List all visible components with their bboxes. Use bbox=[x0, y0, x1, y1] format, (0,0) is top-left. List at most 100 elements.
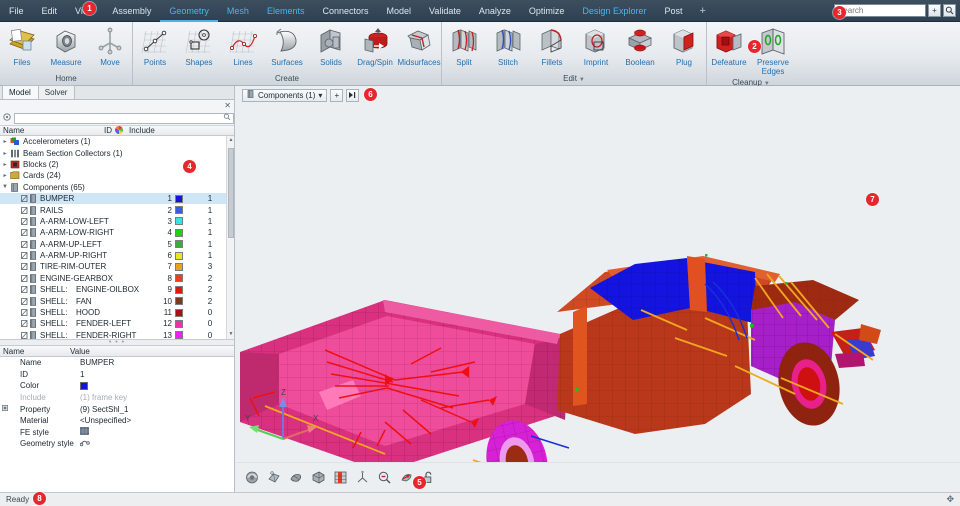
menu-geometry[interactable]: Geometry bbox=[160, 0, 218, 22]
tree-row-color-swatch[interactable] bbox=[172, 297, 186, 306]
menu-post[interactable]: Post bbox=[655, 0, 691, 22]
menu-connectors[interactable]: Connectors bbox=[313, 0, 377, 22]
3d-viewport[interactable]: Z X Y bbox=[235, 104, 960, 492]
ribbon-button-boolean[interactable]: Boolean bbox=[618, 25, 662, 67]
ribbon-button-lines[interactable]: Lines bbox=[221, 25, 265, 67]
menu-file[interactable]: File bbox=[0, 0, 33, 22]
tree-row-color-swatch[interactable] bbox=[172, 319, 186, 328]
tree-component-row[interactable]: SHELL: FENDER-RIGHT 13 0 bbox=[0, 330, 234, 339]
ribbon-button-plug[interactable]: Plug bbox=[662, 25, 706, 67]
tree-component-row[interactable]: SHELL: ENGINE-OILBOX 9 2 bbox=[0, 284, 234, 295]
tree-row-color-swatch[interactable] bbox=[172, 285, 186, 294]
tree-row-color-swatch[interactable] bbox=[172, 251, 186, 260]
tree-folder-row[interactable]: ▸ Beam Section Collectors (1) bbox=[0, 147, 234, 158]
tree-row-color-swatch[interactable] bbox=[172, 217, 186, 226]
tree-row-color-swatch[interactable] bbox=[172, 262, 186, 271]
collapse-icon[interactable]: ▼ bbox=[0, 184, 10, 190]
tree-row-color-swatch[interactable] bbox=[172, 240, 186, 249]
close-icon[interactable]: ✕ bbox=[224, 101, 231, 110]
resize-grip-icon[interactable]: ✥ bbox=[946, 494, 954, 505]
hidden-line-icon[interactable] bbox=[311, 470, 326, 485]
property-value[interactable]: 1 bbox=[78, 370, 234, 379]
search-magnifier-icon[interactable] bbox=[943, 4, 956, 17]
scroll-down-arrow[interactable]: ▼ bbox=[228, 331, 234, 338]
ribbon-button-files[interactable]: Files bbox=[0, 25, 44, 67]
add-tab-button[interactable]: + bbox=[691, 0, 713, 22]
browser-filter-input[interactable] bbox=[14, 112, 234, 124]
tree-component-row[interactable]: A-ARM-UP-RIGHT 6 1 bbox=[0, 250, 234, 261]
expand-icon[interactable]: ▸ bbox=[0, 161, 10, 168]
add-selection-button[interactable]: + bbox=[330, 88, 344, 102]
tree-row-color-swatch[interactable] bbox=[172, 194, 186, 203]
ribbon-button-solids[interactable]: Solids bbox=[309, 25, 353, 67]
tree-component-row[interactable]: BUMPER 1 1 bbox=[0, 192, 234, 205]
scroll-up-arrow[interactable]: ▲ bbox=[228, 137, 234, 144]
tree-folder-row[interactable]: ▸ Blocks (2) bbox=[0, 159, 234, 170]
tree-scrollbar[interactable]: ▲ ▼ bbox=[226, 136, 234, 339]
filter-magnifier-icon[interactable] bbox=[223, 113, 231, 123]
property-row[interactable]: Geometry style bbox=[0, 438, 234, 450]
ribbon-button-shapes[interactable]: Shapes bbox=[177, 25, 221, 67]
ribbon-button-measure[interactable]: Measure bbox=[44, 25, 88, 67]
expand-icon[interactable]: ▸ bbox=[0, 172, 10, 179]
property-value[interactable]: (9) SectShl_1 bbox=[78, 405, 234, 414]
ribbon-button-drag-spin[interactable]: Drag/Spin bbox=[353, 25, 397, 67]
tree-component-row[interactable]: SHELL: FAN 10 2 bbox=[0, 295, 234, 306]
shaded-elements-icon[interactable] bbox=[267, 470, 282, 485]
menu-edit[interactable]: Edit bbox=[33, 0, 67, 22]
tree-component-row[interactable]: A-ARM-LOW-LEFT 3 1 bbox=[0, 216, 234, 227]
tree-row-color-swatch[interactable] bbox=[172, 206, 186, 215]
filter-icon[interactable] bbox=[3, 113, 11, 123]
property-value[interactable] bbox=[78, 439, 234, 449]
property-expand-icon[interactable] bbox=[0, 405, 10, 413]
property-value[interactable] bbox=[78, 427, 234, 437]
model-tree[interactable]: ▸ Accelerometers (1) ▸ Beam Section Collect… bbox=[0, 136, 234, 339]
property-value[interactable]: BUMPER bbox=[78, 358, 234, 367]
tree-component-row[interactable]: RAILS 2 1 bbox=[0, 204, 234, 215]
ribbon-button-midsurfaces[interactable]: Midsurfaces bbox=[397, 25, 441, 67]
ribbon-button-imprint[interactable]: Imprint bbox=[574, 25, 618, 67]
menu-mesh[interactable]: Mesh bbox=[218, 0, 258, 22]
color-swatch[interactable] bbox=[80, 381, 88, 390]
tree-component-row[interactable]: SHELL: HOOD 11 0 bbox=[0, 307, 234, 318]
property-value[interactable]: <Unspecified> bbox=[78, 416, 234, 425]
property-row[interactable]: Property (9) SectShl_1 bbox=[0, 403, 234, 415]
expand-icon[interactable]: ▸ bbox=[0, 138, 10, 145]
tree-row-color-swatch[interactable] bbox=[172, 331, 186, 339]
menu-elements[interactable]: Elements bbox=[258, 0, 314, 22]
property-row[interactable]: Material <Unspecified> bbox=[0, 415, 234, 427]
ribbon-button-points[interactable]: Points bbox=[133, 25, 177, 67]
tab-model[interactable]: Model bbox=[2, 85, 39, 99]
menu-assembly[interactable]: Assembly bbox=[103, 0, 160, 22]
arrow-display-icon[interactable] bbox=[399, 470, 414, 485]
tree-row-color-swatch[interactable] bbox=[172, 308, 186, 317]
ribbon-button-split[interactable]: Split bbox=[442, 25, 486, 67]
tree-component-row[interactable]: TIRE-RIM-OUTER 7 3 bbox=[0, 261, 234, 272]
menu-analyze[interactable]: Analyze bbox=[470, 0, 520, 22]
menu-model[interactable]: Model bbox=[378, 0, 421, 22]
search-add-button[interactable]: + bbox=[928, 4, 941, 17]
tree-folder-row[interactable]: ▸ Cards (24) bbox=[0, 170, 234, 181]
ribbon-button-move[interactable]: Move bbox=[88, 25, 132, 67]
advance-selection-button[interactable] bbox=[346, 88, 360, 102]
property-row[interactable]: Name BUMPER bbox=[0, 357, 234, 369]
ribbon-button-defeature[interactable]: Defeature bbox=[707, 25, 751, 67]
property-row[interactable]: FE style bbox=[0, 427, 234, 439]
ribbon-group-expand-icon[interactable]: ▼ bbox=[579, 77, 585, 83]
tree-folder-row[interactable]: ▼ Components (65) bbox=[0, 182, 234, 193]
ribbon-button-stitch[interactable]: Stitch bbox=[486, 25, 530, 67]
geom-style-icon[interactable] bbox=[79, 439, 91, 449]
property-value[interactable] bbox=[78, 381, 234, 390]
tree-folder-row[interactable]: ▸ Accelerometers (1) bbox=[0, 136, 234, 147]
menu-design-explorer[interactable]: Design Explorer bbox=[573, 0, 655, 22]
tree-component-row[interactable]: A-ARM-UP-LEFT 5 1 bbox=[0, 239, 234, 250]
menu-optimize[interactable]: Optimize bbox=[520, 0, 574, 22]
property-row[interactable]: Color bbox=[0, 380, 234, 392]
tab-solver[interactable]: Solver bbox=[37, 85, 76, 99]
menu-validate[interactable]: Validate bbox=[420, 0, 470, 22]
tree-component-row[interactable]: SHELL: FENDER-LEFT 12 0 bbox=[0, 318, 234, 329]
expand-icon[interactable]: ▸ bbox=[0, 150, 10, 157]
tree-scroll-thumb[interactable] bbox=[228, 148, 234, 238]
fe-style-icon[interactable] bbox=[80, 427, 89, 437]
panel-splitter[interactable]: • • • bbox=[0, 339, 234, 346]
